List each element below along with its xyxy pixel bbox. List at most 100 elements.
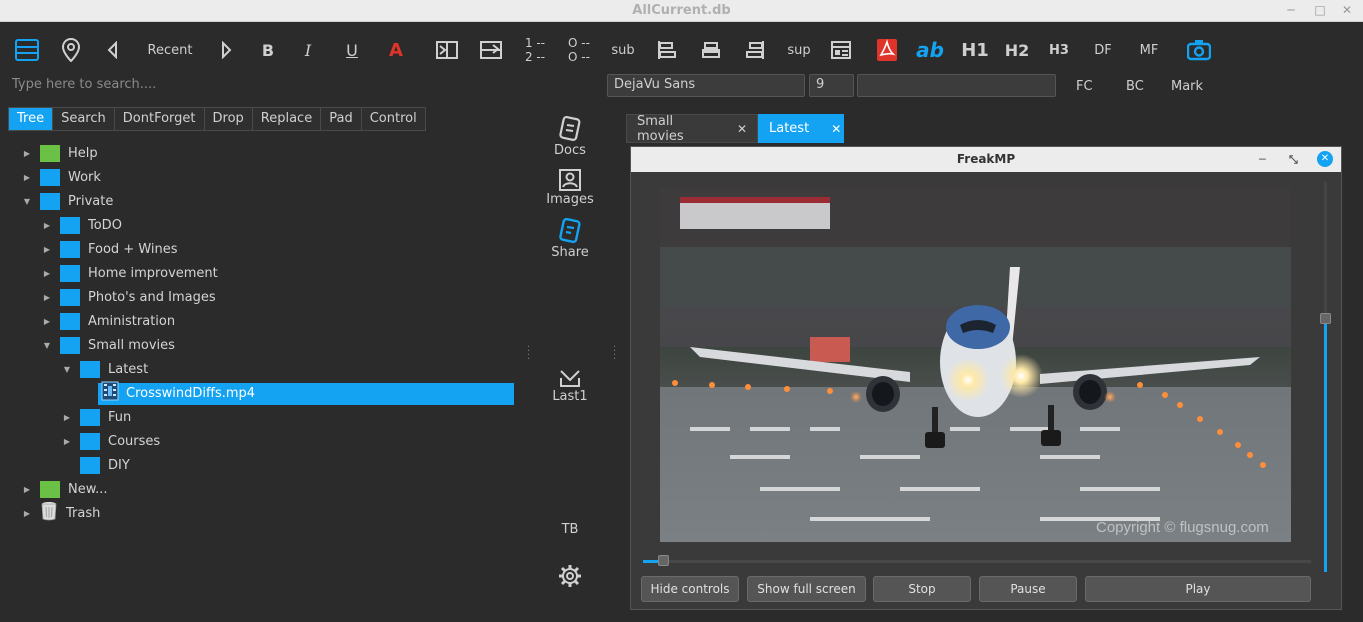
chevron-down-icon[interactable]: ▼ <box>62 365 72 374</box>
mark-button[interactable]: Mark <box>1171 79 1203 94</box>
tree-item[interactable]: ▼ Latest <box>62 358 148 380</box>
chevron-right-icon[interactable]: ▶ <box>42 317 52 326</box>
table-edit-icon[interactable] <box>480 36 502 64</box>
tree-item[interactable]: ▼ Private <box>22 190 113 212</box>
bullet-list-button[interactable]: O -- O -- <box>565 36 593 64</box>
chevron-right-icon[interactable]: ▶ <box>42 221 52 230</box>
layout-icon[interactable] <box>830 36 852 64</box>
seek-slider[interactable] <box>643 555 1311 566</box>
tree-item[interactable]: ▶ Help <box>22 142 98 164</box>
play-button[interactable]: Play <box>1085 576 1311 602</box>
docs-button[interactable]: Docs <box>540 116 600 158</box>
player-minimize-icon[interactable]: ─ <box>1259 147 1266 172</box>
recent-button[interactable]: Recent <box>140 36 200 64</box>
volume-slider[interactable] <box>1320 182 1331 572</box>
align-center-icon[interactable] <box>700 36 722 64</box>
tab-replace[interactable]: Replace <box>252 108 322 130</box>
stop-button[interactable]: Stop <box>873 576 971 602</box>
pdf-export-icon[interactable] <box>875 36 899 64</box>
maximize-icon[interactable]: □ <box>1312 2 1328 18</box>
inbox-icon <box>540 370 600 388</box>
splitter-handle-left[interactable]: · · · · <box>527 343 530 365</box>
spellcheck-button[interactable]: ab <box>915 36 945 64</box>
bc-button[interactable]: BC <box>1126 79 1144 94</box>
heading2-button[interactable]: H2 <box>1003 36 1031 64</box>
chevron-right-icon[interactable]: ▶ <box>22 509 32 518</box>
font-family-select[interactable]: DejaVu Sans <box>607 74 805 97</box>
chevron-right-icon[interactable]: ▶ <box>62 413 72 422</box>
trash-icon <box>40 501 58 525</box>
chevron-right-icon[interactable]: ▶ <box>42 245 52 254</box>
style-field[interactable] <box>857 74 1056 97</box>
tab-tree[interactable]: Tree <box>9 108 54 130</box>
tree-item[interactable]: ▶ Fun <box>62 406 131 428</box>
search-input[interactable]: Type here to search.... <box>12 77 156 92</box>
chevron-right-icon[interactable]: ▶ <box>62 437 72 446</box>
tree-item[interactable]: CrosswindDiffs.mp4 <box>82 381 255 404</box>
tree-item[interactable]: ▼ Small movies <box>42 334 175 356</box>
font-color-button[interactable]: A <box>386 36 406 64</box>
chevron-down-icon[interactable]: ▼ <box>42 341 52 350</box>
numbered-list-button[interactable]: 1 -- 2 -- <box>522 36 548 64</box>
doc-tab-latest[interactable]: Latest ✕ <box>758 114 844 143</box>
tb-button[interactable]: TB <box>540 522 600 537</box>
pause-button[interactable]: Pause <box>979 576 1077 602</box>
table-insert-icon[interactable] <box>436 36 458 64</box>
tab-dontforget[interactable]: DontForget <box>114 108 205 130</box>
tab-drop[interactable]: Drop <box>204 108 253 130</box>
tab-search[interactable]: Search <box>53 108 115 130</box>
seek-knob[interactable] <box>658 555 669 566</box>
font-size-field[interactable]: 9 <box>809 74 854 97</box>
tree-item[interactable]: ▶ ToDO <box>42 214 122 236</box>
doc-tab-small-movies[interactable]: Small movies ✕ <box>626 114 758 144</box>
tab-pad[interactable]: Pad <box>321 108 362 130</box>
chevron-right-icon[interactable]: ▶ <box>42 269 52 278</box>
images-button[interactable]: Images <box>540 169 600 207</box>
chevron-right-icon[interactable]: ▶ <box>42 293 52 302</box>
last1-button[interactable]: Last1 <box>540 370 600 404</box>
forward-arrow-icon[interactable] <box>219 36 235 64</box>
hide-controls-button[interactable]: Hide controls <box>641 576 739 602</box>
chevron-right-icon[interactable]: ▶ <box>22 485 32 494</box>
video-frame[interactable]: Copyright © flugsnug.com <box>660 187 1291 542</box>
location-pin-icon[interactable] <box>60 36 82 64</box>
player-close-icon[interactable]: ✕ <box>1317 151 1333 167</box>
tree-item[interactable]: ▶ Courses <box>62 430 160 452</box>
splitter-handle-right[interactable]: · · · · <box>613 343 616 365</box>
tree-item[interactable]: ▶ Home improvement <box>42 262 218 284</box>
heading1-button[interactable]: H1 <box>960 36 990 64</box>
volume-knob[interactable] <box>1320 313 1331 324</box>
tree-item[interactable]: ▶ Aministration <box>42 310 175 332</box>
close-tab-icon[interactable]: ✕ <box>831 122 841 136</box>
align-left-icon[interactable] <box>656 36 678 64</box>
align-right-icon[interactable] <box>744 36 766 64</box>
tree-item[interactable]: ▶ Photo's and Images <box>42 286 216 308</box>
chevron-down-icon[interactable]: ▼ <box>22 197 32 206</box>
chevron-right-icon[interactable]: ▶ <box>22 149 32 158</box>
back-arrow-icon[interactable] <box>104 36 120 64</box>
df-button[interactable]: DF <box>1090 36 1116 64</box>
share-button[interactable]: Share <box>540 218 600 260</box>
superscript-button[interactable]: sup <box>785 36 813 64</box>
tree-item[interactable]: ▶ Food + Wines <box>42 238 178 260</box>
chevron-right-icon[interactable]: ▶ <box>22 173 32 182</box>
tree-item[interactable]: ▶ New... <box>22 478 108 500</box>
show-full-screen-button[interactable]: Show full screen <box>747 576 866 602</box>
camera-icon[interactable] <box>1186 36 1212 64</box>
bold-button[interactable]: B <box>258 36 278 64</box>
tree-item[interactable]: ▶ Trash <box>22 502 100 524</box>
menu-icon[interactable] <box>14 36 40 64</box>
fc-button[interactable]: FC <box>1076 79 1093 94</box>
close-icon[interactable]: ✕ <box>1339 2 1355 18</box>
italic-button[interactable]: I <box>300 36 316 64</box>
settings-button[interactable] <box>540 564 600 589</box>
tree-item[interactable]: ▶ Work <box>22 166 101 188</box>
tree-item[interactable]: DIY <box>62 454 130 476</box>
close-tab-icon[interactable]: ✕ <box>737 122 747 136</box>
heading3-button[interactable]: H3 <box>1046 36 1072 64</box>
subscript-button[interactable]: sub <box>609 36 637 64</box>
mf-button[interactable]: MF <box>1136 36 1162 64</box>
minimize-icon[interactable]: ─ <box>1283 2 1299 18</box>
player-restore-icon[interactable]: ⤡ <box>1289 147 1298 172</box>
underline-button[interactable]: U <box>342 36 362 64</box>
